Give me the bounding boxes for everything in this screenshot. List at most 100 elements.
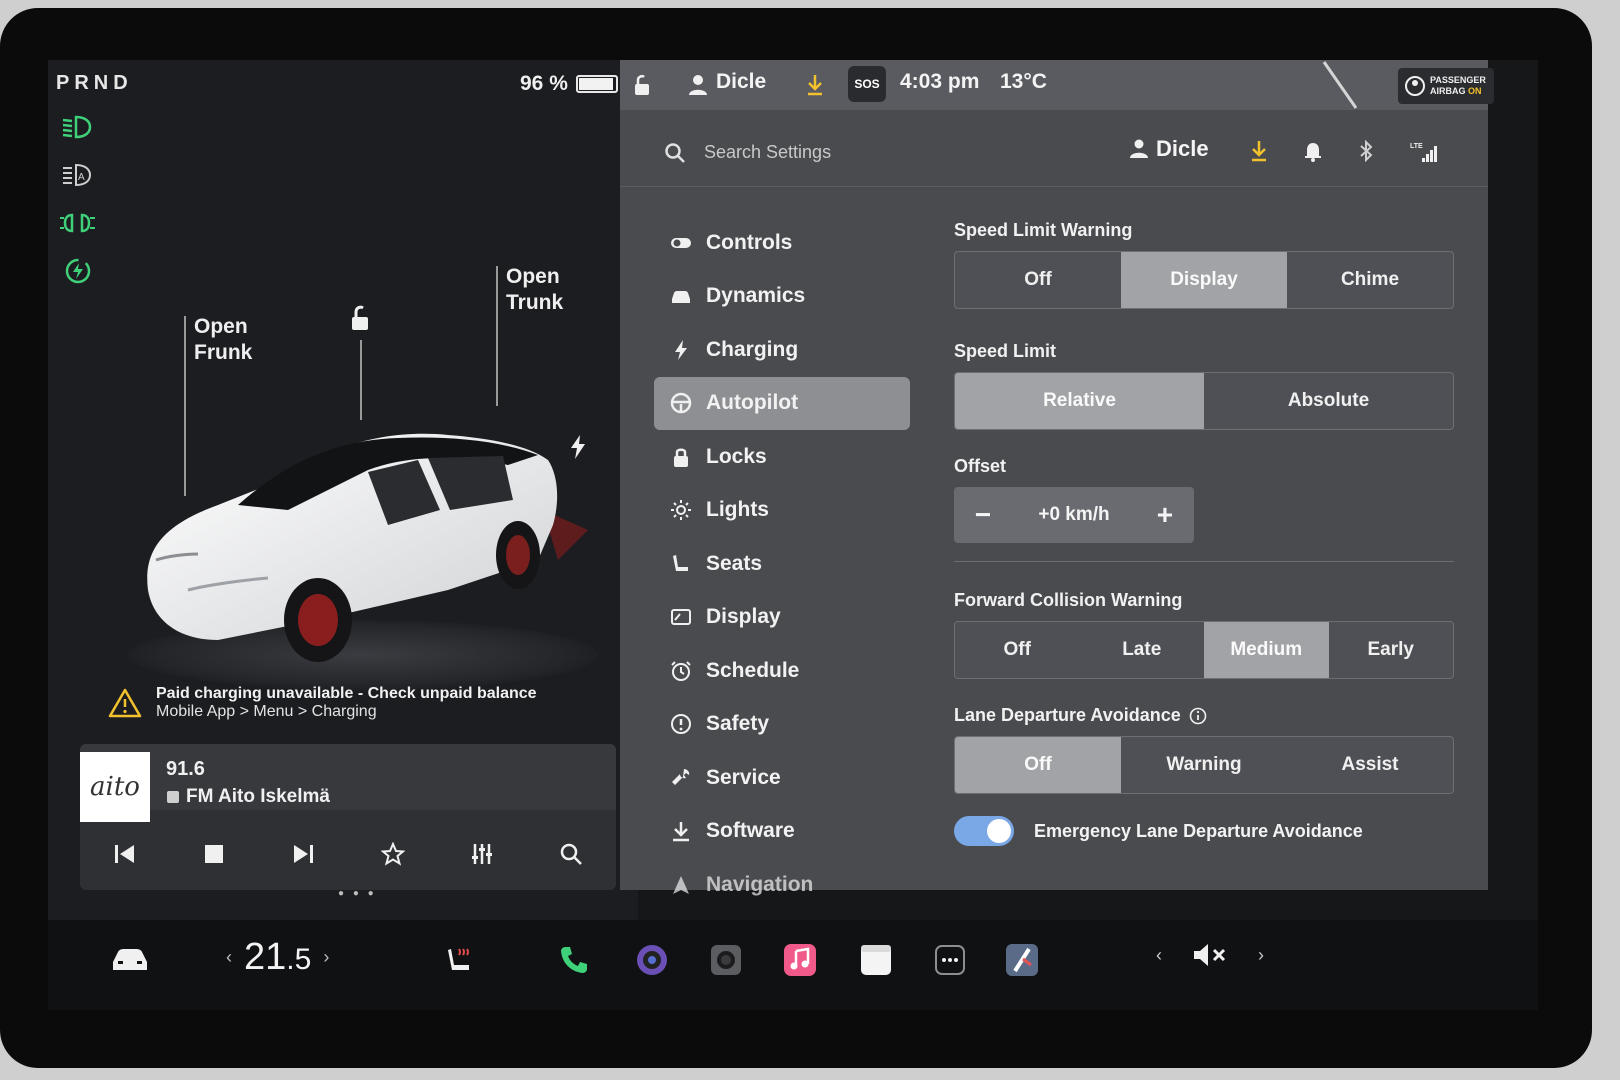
radio-source-icon: [167, 791, 179, 803]
volume-up-icon[interactable]: ›: [1258, 945, 1264, 966]
fcw-early[interactable]: Early: [1329, 622, 1454, 678]
favorite-button[interactable]: [373, 834, 413, 874]
fcw-late[interactable]: Late: [1080, 622, 1205, 678]
car-controls-button[interactable]: [108, 938, 152, 982]
temp-down-icon[interactable]: ‹: [226, 947, 232, 968]
phone-app[interactable]: [552, 938, 596, 982]
star-icon: [380, 842, 405, 866]
menu-item-controls[interactable]: Controls: [654, 216, 910, 270]
speed-limit-warning-off[interactable]: Off: [955, 252, 1121, 308]
speed-limit-relative[interactable]: Relative: [955, 373, 1204, 429]
lane-departure-assist[interactable]: Assist: [1287, 737, 1453, 793]
menu-label: Software: [706, 819, 795, 843]
navigation-app[interactable]: [1000, 938, 1044, 982]
charge-port-icon[interactable]: [568, 434, 588, 460]
media-search-button[interactable]: [551, 834, 591, 874]
menu-item-locks[interactable]: Locks: [654, 430, 910, 484]
info-icon[interactable]: [1189, 707, 1207, 725]
speed-indicator-slash: [1322, 61, 1358, 109]
navigation-arrow-icon: [673, 875, 689, 894]
temp-decimal: .5: [286, 943, 312, 976]
passenger-airbag-status: PASSENGER AIRBAG ON: [1398, 68, 1494, 104]
notes-app[interactable]: [854, 938, 898, 982]
open-trunk-button[interactable]: Open Trunk: [506, 264, 563, 316]
wrench-icon: [672, 768, 690, 785]
fcw-medium[interactable]: Medium: [1204, 622, 1329, 678]
now-playing-bar[interactable]: [80, 744, 616, 810]
emergency-lane-toggle[interactable]: [954, 816, 1014, 846]
profile-icon: [1130, 139, 1148, 158]
menu-label: Autopilot: [706, 391, 799, 415]
forward-collision-label: Forward Collision Warning: [954, 590, 1183, 610]
steering-wheel-icon: [670, 393, 692, 414]
airbag-state: ON: [1468, 86, 1482, 96]
svg-text:A: A: [78, 172, 85, 183]
settings-panel: Dicle SOS 4:03 pm 13°C PASSENGER AIRBAG …: [620, 60, 1494, 896]
fcw-off[interactable]: Off: [955, 622, 1080, 678]
profile-button[interactable]: Dicle: [1130, 136, 1209, 162]
menu-item-lights[interactable]: Lights: [654, 484, 910, 538]
car-image: [147, 433, 588, 662]
menu-item-software[interactable]: Software: [654, 805, 910, 859]
airbag-label: PASSENGER: [1430, 75, 1486, 85]
download-icon: [673, 822, 689, 842]
mute-icon[interactable]: [1192, 942, 1228, 968]
battery-icon: [575, 75, 618, 93]
battery-status: 96 %: [520, 72, 618, 96]
menu-item-charging[interactable]: Charging: [654, 323, 910, 377]
outside-temperature: 13°C: [1000, 70, 1047, 93]
menu-label: Navigation: [706, 872, 814, 896]
temp-up-icon[interactable]: ›: [323, 947, 329, 968]
menu-item-service[interactable]: Service: [654, 751, 910, 805]
speed-limit-warning-chime[interactable]: Chime: [1287, 252, 1453, 308]
lane-departure-off[interactable]: Off: [955, 737, 1121, 793]
more-apps-button[interactable]: [928, 938, 972, 982]
stop-button[interactable]: [194, 834, 234, 874]
lock-callout-line: [360, 340, 362, 420]
station-name: FM Aito Iskelmä: [186, 786, 330, 807]
open-frunk-button[interactable]: Open Frunk: [194, 314, 252, 366]
lane-departure-warning[interactable]: Warning: [1121, 737, 1287, 793]
lte-label: LTE: [1410, 143, 1423, 150]
bell-icon[interactable]: [1304, 140, 1322, 162]
menu-item-navigation[interactable]: Navigation: [654, 858, 910, 912]
dashcam-app[interactable]: [704, 938, 748, 982]
unlock-icon[interactable]: [346, 304, 374, 334]
download-icon[interactable]: [806, 74, 824, 96]
offset-decrease-button[interactable]: −: [968, 499, 998, 531]
settings-search-row: Search Settings Dicle LTE: [620, 120, 1488, 187]
settings-menu: Controls Dynamics Charging Autopilot Loc…: [654, 216, 910, 912]
menu-item-autopilot[interactable]: Autopilot: [654, 376, 910, 430]
driver-profile[interactable]: Dicle: [716, 70, 766, 94]
sos-button[interactable]: SOS: [848, 66, 886, 102]
media-controls: [80, 824, 616, 884]
equalizer-button[interactable]: [462, 834, 502, 874]
menu-item-safety[interactable]: Safety: [654, 698, 910, 752]
menu-item-display[interactable]: Display: [654, 591, 910, 645]
speed-limit-warning-selector: Off Display Chime: [954, 251, 1454, 309]
speed-limit-warning-display[interactable]: Display: [1121, 252, 1287, 308]
search-settings-input[interactable]: Search Settings: [704, 142, 831, 163]
previous-track-button[interactable]: [105, 834, 145, 874]
unlocked-icon[interactable]: [632, 74, 652, 96]
bluetooth-icon[interactable]: [1358, 140, 1374, 162]
speed-limit-absolute[interactable]: Absolute: [1204, 373, 1453, 429]
menu-item-dynamics[interactable]: Dynamics: [654, 270, 910, 324]
toggle-icon: [671, 237, 691, 248]
speed-limit-selector: Relative Absolute: [954, 372, 1454, 430]
seat-heater-button[interactable]: [438, 938, 482, 982]
volume-down-icon[interactable]: ‹: [1156, 945, 1162, 966]
menu-item-seats[interactable]: Seats: [654, 537, 910, 591]
menu-item-schedule[interactable]: Schedule: [654, 644, 910, 698]
offset-increase-button[interactable]: +: [1150, 499, 1180, 531]
music-app[interactable]: [778, 938, 822, 982]
frunk-callout-line: [184, 316, 186, 496]
search-icon: [561, 843, 583, 865]
download-icon[interactable]: [1250, 140, 1268, 162]
auto-high-beam-icon: A: [63, 163, 92, 187]
parking-lights-icon: [60, 213, 95, 233]
camera-app[interactable]: [630, 938, 674, 982]
menu-label: Safety: [706, 712, 770, 736]
profile-icon: [689, 75, 707, 95]
next-track-button[interactable]: [283, 834, 323, 874]
